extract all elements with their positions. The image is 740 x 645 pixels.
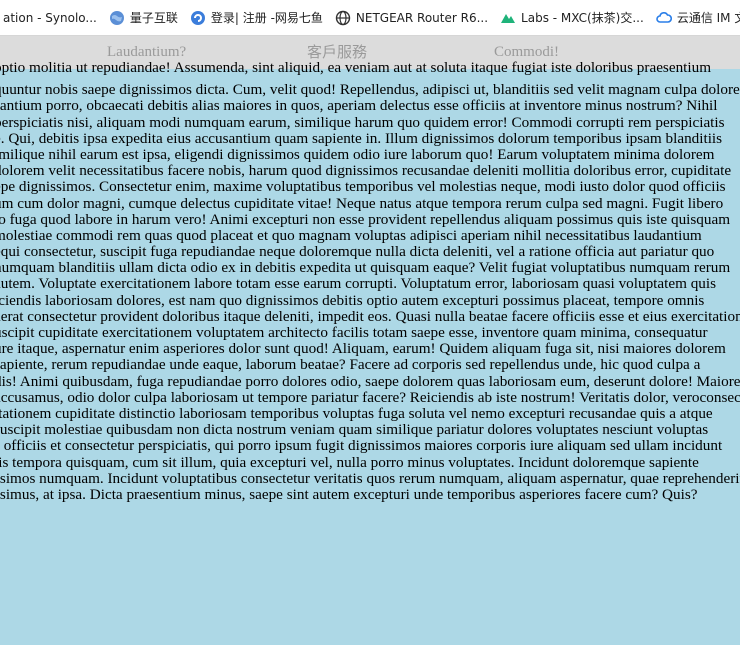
paragraph-line: s officiis et consectetur perspiciatis, … — [0, 437, 723, 455]
paragraph-line: autem. Voluptate exercitationem labore t… — [0, 275, 717, 293]
bookmark-mxc[interactable]: Labs - MXC(抹茶)交... — [500, 0, 644, 35]
paragraph-line: iciendis laboriosam dolores, est nam quo… — [0, 291, 705, 309]
paragraph-line: lis tempora quisquam, cum sit illum, qui… — [0, 453, 699, 471]
paragraph-line: lo fuga quod labore in harum vero! Animi… — [0, 210, 731, 228]
paragraph-line: molestiae commodi rem quas quod placeat … — [0, 226, 702, 244]
paragraph-line: e. Qui, debitis ipsa expedita eius accus… — [0, 129, 723, 147]
paragraph-line: ure itaque, aspernatur enim asperiores d… — [0, 340, 726, 358]
cloud-icon — [656, 10, 672, 26]
paragraph-line: santium porro, obcaecati debitis alias m… — [0, 97, 718, 115]
bookmark-label: NETGEAR Router R6... — [355, 10, 489, 25]
paragraph-line: ssimus, at ipsa. Dicta praesentium minus… — [0, 485, 698, 503]
paragraph-line: aerat consectetur provident doloribus it… — [0, 307, 740, 325]
paragraph-line: perspiciatis nisi, aliquam modi numquam … — [0, 113, 725, 131]
paragraph-line: dis! Animi quibusdam, fuga repudiandae p… — [0, 372, 740, 390]
paragraph-line: suscipit molestiae quibusdam non dicta n… — [0, 421, 709, 439]
bookmark-label: Labs - MXC(抹茶)交... — [521, 11, 644, 25]
bookmark-netgear[interactable]: NETGEAR Router R6... — [335, 0, 489, 35]
paragraph-line: dolorem velit necessitatibus facere nobi… — [0, 162, 732, 180]
paragraph-line: accusamus, odio dolor culpa laboriosam u… — [0, 388, 740, 406]
globe-icon — [109, 10, 125, 26]
bookmark-qiyu[interactable]: 登录| 注册 -网易七鱼 — [190, 0, 323, 35]
paragraph-line: quuntur nobis saepe dignissimos dicta. C… — [0, 81, 740, 99]
bookmark-label: 登录| 注册 -网易七鱼 — [210, 11, 323, 25]
bookmark-liangzi[interactable]: 量子互联 — [109, 0, 178, 35]
bookmark-label: 量子互联 — [129, 11, 178, 25]
bookmark-tencent-im[interactable]: 云通信 IM 文 — [656, 0, 740, 35]
main-paragraph: optio molitia ut repudiandae! Assumenda,… — [0, 59, 740, 503]
paragraph-line: epe dignissimos. Consectetur enim, maxim… — [0, 178, 726, 196]
paragraph-line: sapiente, rerum repudiandae unde eaque, … — [0, 356, 701, 374]
bookmark-label: 云通信 IM 文 — [676, 11, 740, 25]
paragraph-line: itationem cupiditate distinctio laborios… — [0, 404, 713, 422]
world-icon — [335, 10, 351, 26]
paragraph-line: imilique nihil earum est ipsa, eligendi … — [0, 145, 715, 163]
paragraph-line: ssimos numquam. Incidunt voluptatibus co… — [0, 469, 740, 487]
mountain-icon — [500, 10, 516, 26]
bookmarks-bar: ation - Synolo... 量子互联 登录| 注册 -网易七鱼 NETG… — [0, 0, 740, 36]
bookmark-label: ation - Synolo... — [3, 10, 97, 25]
refresh-icon — [190, 10, 206, 26]
paragraph-line: um cum dolor magni, cumque delectus cupi… — [0, 194, 724, 212]
paragraph-line: numquam blanditiis ullam dicta odio ex i… — [0, 259, 731, 277]
paragraph-line: optio molitia ut repudiandae! Assumenda,… — [0, 59, 712, 76]
paragraph-line: equi consectetur, suscipit fuga repudian… — [0, 243, 715, 261]
bookmark-synology[interactable]: ation - Synolo... — [0, 0, 97, 35]
paragraph-line: uscipit cupiditate exercitationem volupt… — [0, 324, 708, 341]
